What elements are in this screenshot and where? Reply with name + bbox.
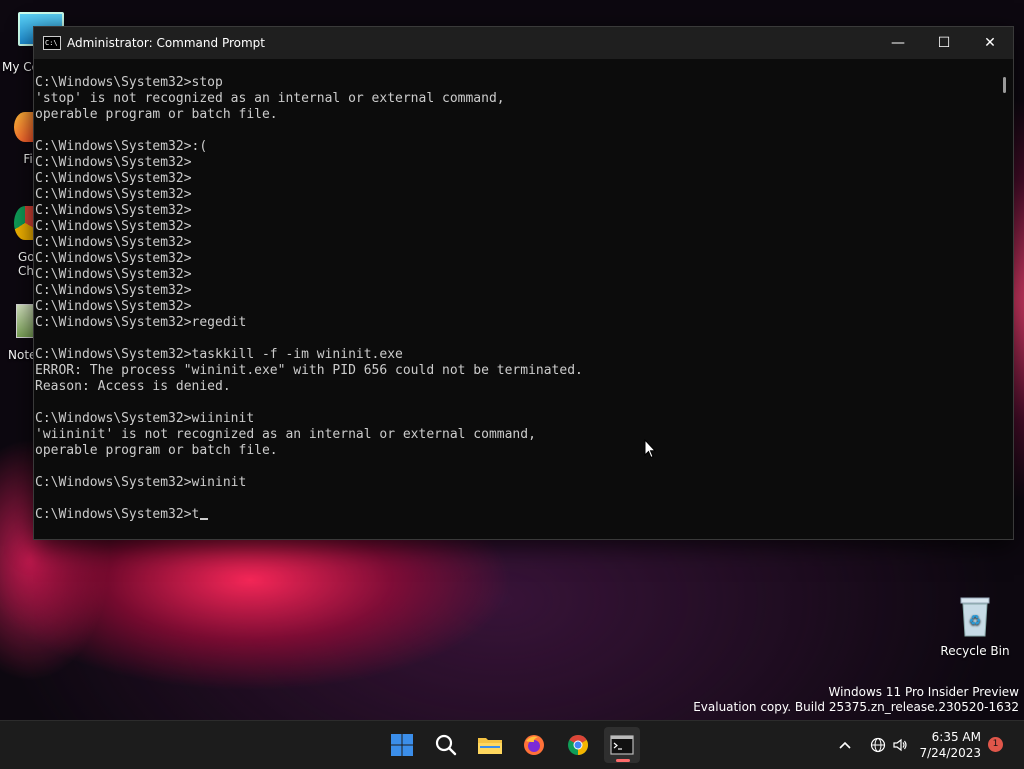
console-line: operable program or batch file. [35,107,278,122]
search-icon [435,734,457,756]
search-button[interactable] [428,727,464,763]
console-line: C:\Windows\System32> [35,283,192,298]
console-line: C:\Windows\System32>wiininit [35,411,255,426]
terminal-icon [610,735,634,755]
terminal-taskbar-button[interactable] [604,727,640,763]
file-explorer-button[interactable] [472,727,508,763]
desktop-icon-firefox[interactable]: Fi [14,112,36,166]
desktop-icon-notepad[interactable]: Note [8,304,38,362]
desktop-icon-label: Note [8,348,37,362]
console-output[interactable]: C:\Windows\System32>stop 'stop' is not r… [34,59,995,539]
folder-icon [478,738,502,754]
desktop-icon-chrome[interactable]: Go Ch [14,206,36,278]
console-line: operable program or batch file. [35,443,278,458]
console-line: C:\Windows\System32>:( [35,139,208,154]
console-line: C:\Windows\System32> [35,219,192,234]
watermark-build: Evaluation copy. Build 25375.zn_release.… [693,700,1019,714]
console-line: C:\Windows\System32> [35,235,192,250]
clock-time: 6:35 AM [931,730,981,744]
firefox-icon [524,735,544,755]
vertical-scrollbar[interactable] [995,59,1013,539]
watermark-edition: Windows 11 Pro Insider Preview [828,685,1019,699]
clock-date: 7/24/2023 [919,746,981,760]
console-line: C:\Windows\System32> [35,267,192,282]
command-prompt-window[interactable]: C:\ Administrator: Command Prompt — ☐ ✕ … [33,26,1014,540]
show-hidden-icons-button[interactable] [836,741,854,749]
console-line: C:\Windows\System32>wininit [35,475,247,490]
console-line: C:\Windows\System32> [35,155,192,170]
minimize-icon: — [891,35,905,51]
mouse-pointer-icon [644,438,657,463]
system-tray [836,721,911,769]
window-titlebar[interactable]: C:\ Administrator: Command Prompt — ☐ ✕ [34,27,1013,59]
text-caret [200,518,209,520]
firefox-taskbar-button[interactable] [516,727,552,763]
network-button[interactable] [867,737,889,753]
close-icon: ✕ [984,35,996,51]
recycle-bin-label: Recycle Bin [940,644,1010,658]
console-line: Reason: Access is denied. [35,379,231,394]
console-line: ERROR: The process "wininit.exe" with PI… [35,363,583,378]
scrollbar-thumb[interactable] [1003,77,1006,93]
notification-badge[interactable]: 1 [988,737,1003,752]
current-prompt: C:\Windows\System32>t [35,507,200,522]
maximize-button[interactable]: ☐ [921,27,967,59]
taskbar: 6:35 AM 7/24/2023 1 [0,720,1024,769]
active-app-indicator [616,759,630,762]
console-line: C:\Windows\System32> [35,299,192,314]
console-line: 'wiininit' is not recognized as an inter… [35,427,536,442]
chrome-taskbar-button[interactable] [560,727,596,763]
console-text: C:\Windows\System32>stop 'stop' is not r… [35,59,995,507]
console-line: C:\Windows\System32>taskkill -f -im wini… [35,347,403,362]
console-line: 'stop' is not recognized as an internal … [35,91,505,106]
chrome-icon [568,735,588,755]
taskbar-clock[interactable]: 6:35 AM 7/24/2023 [919,729,981,761]
svg-text:♻: ♻ [969,613,982,629]
recycle-bin-icon: ♻ [958,596,992,638]
globe-icon [870,737,886,753]
console-line: C:\Windows\System32>stop [35,75,223,90]
desktop-icon-recycle-bin[interactable]: ♻ Recycle Bin [940,596,1010,658]
chevron-up-icon [839,741,851,749]
volume-button[interactable] [889,737,911,753]
windows-watermark: Windows 11 Pro Insider Preview Evaluatio… [693,685,1019,715]
close-button[interactable]: ✕ [967,27,1013,59]
cmd-app-icon: C:\ [43,36,61,50]
window-title: Administrator: Command Prompt [67,36,265,50]
console-line: C:\Windows\System32> [35,171,192,186]
speaker-icon [893,738,907,752]
console-prompt-line[interactable]: C:\Windows\System32>t [35,507,995,523]
start-button[interactable] [384,727,420,763]
console-line: C:\Windows\System32>regedit [35,315,247,330]
minimize-button[interactable]: — [875,27,921,59]
maximize-icon: ☐ [937,35,951,51]
windows-start-icon [391,734,413,756]
console-line: C:\Windows\System32> [35,203,192,218]
console-line: C:\Windows\System32> [35,251,192,266]
desktop-icon-label: Go Ch [18,250,35,278]
console-line: C:\Windows\System32> [35,187,192,202]
